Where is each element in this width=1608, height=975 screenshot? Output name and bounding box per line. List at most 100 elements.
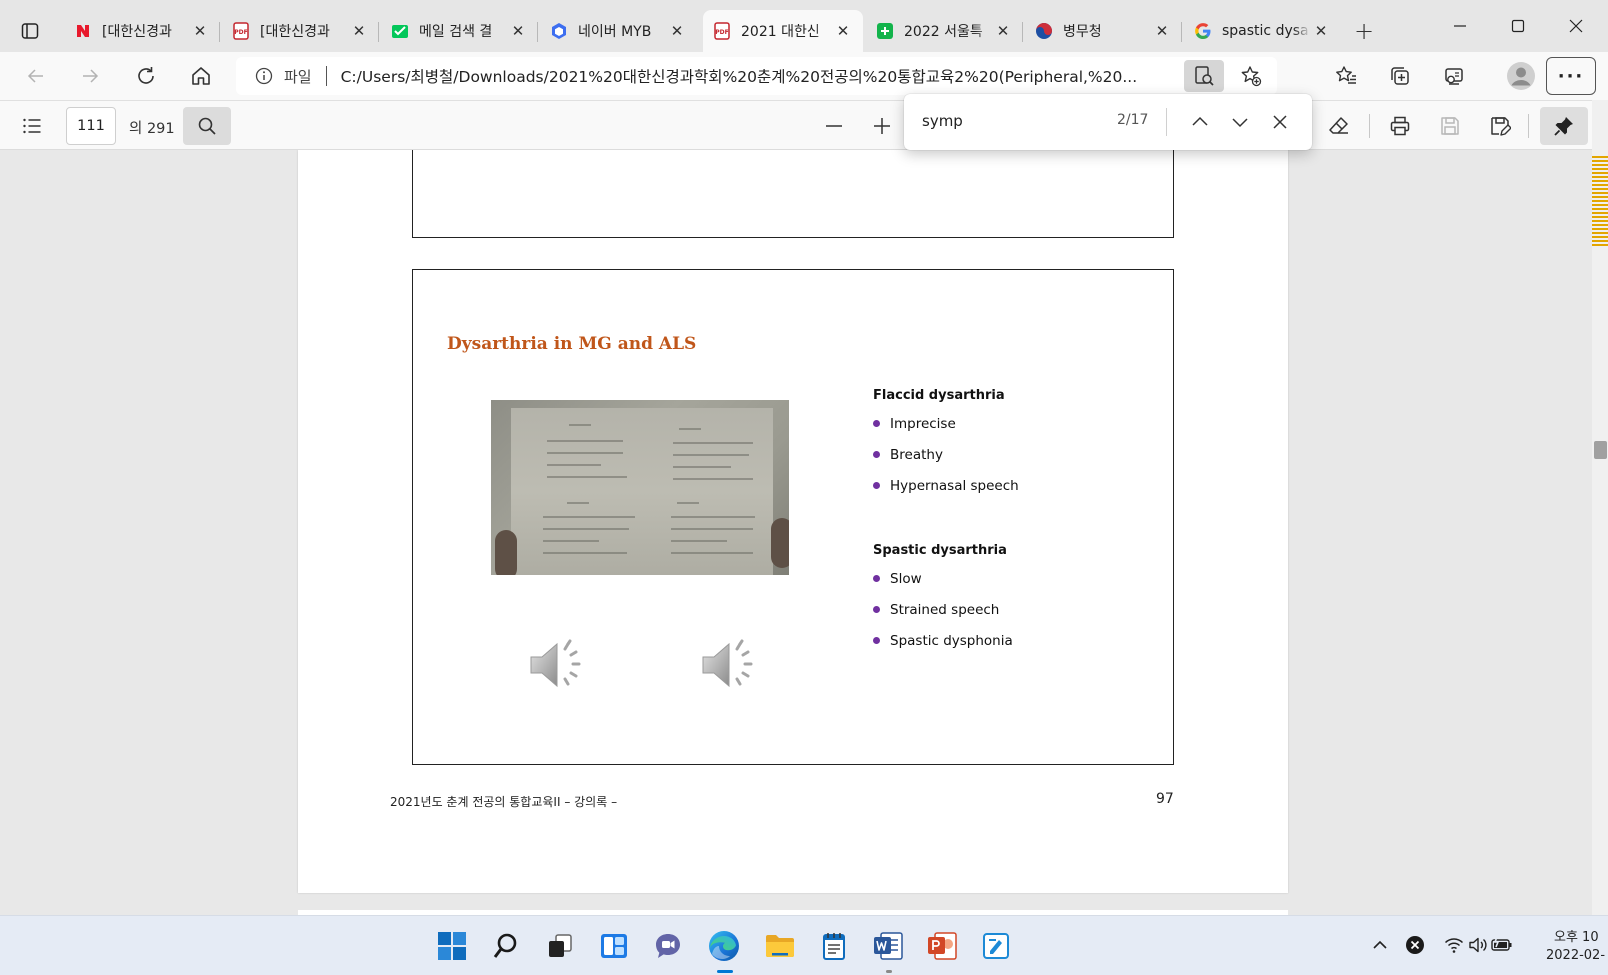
- bullet-dot: [873, 482, 880, 489]
- pdf-search-button[interactable]: [183, 107, 231, 145]
- google-g-icon: [1194, 22, 1212, 40]
- wifi-status[interactable]: [1442, 933, 1466, 957]
- new-tab-button[interactable]: +: [1350, 18, 1378, 46]
- vertical-scrollbar[interactable]: [1592, 100, 1608, 915]
- collections-button[interactable]: [1384, 60, 1416, 92]
- tab-7[interactable]: 병무청 ✕: [1025, 10, 1182, 52]
- battery-charging-icon: [1491, 936, 1512, 951]
- url-text[interactable]: C:/Users/최병철/Downloads/2021%20대한신경과학회%20…: [341, 65, 1201, 87]
- close-icon[interactable]: ✕: [508, 21, 528, 41]
- arrow-left-icon: [27, 69, 43, 83]
- tray-app-icon[interactable]: [1403, 933, 1427, 957]
- clock-time[interactable]: 오후 10: [1554, 926, 1599, 945]
- address-bar[interactable]: 파일 C:/Users/최병철/Downloads/2021%20대한신경과학회…: [236, 57, 1277, 95]
- find-previous-button[interactable]: [1186, 108, 1214, 136]
- search-icon: [198, 117, 216, 135]
- zoom-out-button[interactable]: [818, 110, 850, 142]
- save-button[interactable]: [1434, 110, 1466, 142]
- close-icon[interactable]: ✕: [833, 21, 853, 41]
- teams-chat-button[interactable]: [648, 926, 688, 966]
- powerpoint-button[interactable]: [922, 926, 962, 966]
- arrow-right-icon: [83, 69, 99, 83]
- favorites-button[interactable]: [1330, 60, 1362, 92]
- section-title: Flaccid dysarthria: [873, 388, 1005, 403]
- read-aloud-icon: [1195, 66, 1214, 86]
- close-icon[interactable]: ✕: [190, 21, 210, 41]
- profile-avatar[interactable]: [1505, 60, 1537, 92]
- battery-status[interactable]: [1490, 933, 1514, 957]
- zoom-in-button[interactable]: [866, 110, 898, 142]
- find-input[interactable]: symp: [922, 112, 963, 130]
- tab-label: 2022 서울특: [904, 24, 983, 40]
- taskbar-search-button[interactable]: [486, 926, 526, 966]
- add-favorite-button[interactable]: [1235, 60, 1267, 92]
- find-next-button[interactable]: [1226, 108, 1254, 136]
- speaker-icon[interactable]: [527, 633, 591, 697]
- myb-cube-icon: [550, 22, 568, 40]
- tab-label: 병무청: [1063, 24, 1102, 40]
- tab-1[interactable]: [대한신경과 ✕: [64, 10, 220, 52]
- home-button[interactable]: [185, 60, 217, 92]
- favorites-star-icon: [1336, 66, 1356, 84]
- performance-button[interactable]: [1438, 60, 1470, 92]
- task-view-button[interactable]: [540, 926, 580, 966]
- save-as-button[interactable]: [1484, 110, 1516, 142]
- scrollbar-thumb[interactable]: [1594, 441, 1607, 459]
- tab-3[interactable]: 메일 검색 결 ✕: [381, 10, 538, 52]
- close-icon[interactable]: ✕: [993, 21, 1013, 41]
- notepad-button[interactable]: [814, 926, 854, 966]
- video-thumbnail[interactable]: [491, 400, 789, 575]
- pdf-viewer[interactable]: Dysarthria in MG and ALS Flaccid dysarth…: [0, 150, 1592, 915]
- speaker-icon[interactable]: [699, 633, 763, 697]
- refresh-button[interactable]: [130, 60, 162, 92]
- clock-date[interactable]: 2022-02-: [1546, 948, 1605, 963]
- forward-button[interactable]: [74, 60, 106, 92]
- list-icon: [23, 118, 41, 134]
- pdf-page: Dysarthria in MG and ALS Flaccid dysarth…: [298, 150, 1288, 893]
- pin-toolbar-button[interactable]: [1540, 107, 1588, 145]
- maximize-button[interactable]: [1498, 12, 1538, 40]
- info-icon[interactable]: [254, 66, 274, 86]
- tab-label: 2021 대한신: [741, 24, 820, 40]
- hwp-editor-button[interactable]: [976, 926, 1016, 966]
- file-explorer-button[interactable]: [760, 926, 800, 966]
- search-icon: [493, 933, 517, 958]
- read-aloud-button[interactable]: [1184, 60, 1224, 92]
- print-button[interactable]: [1384, 110, 1416, 142]
- close-icon[interactable]: ✕: [1152, 21, 1172, 41]
- tab-8[interactable]: spastic dysa ✕: [1184, 10, 1341, 52]
- erase-button[interactable]: [1323, 110, 1355, 142]
- slide-frame: Dysarthria in MG and ALS Flaccid dysarth…: [412, 269, 1174, 765]
- chat-icon: [656, 934, 680, 958]
- bullet-dot: [873, 420, 880, 427]
- back-button[interactable]: [20, 60, 52, 92]
- tab-separator: [219, 22, 220, 42]
- table-of-contents-button[interactable]: [16, 110, 48, 142]
- tab-label: [대한신경과: [102, 24, 172, 40]
- eraser-icon: [1329, 117, 1348, 134]
- edge-taskbar-button[interactable]: [704, 926, 744, 966]
- close-icon[interactable]: ✕: [349, 21, 369, 41]
- star-add-icon: [1241, 66, 1262, 87]
- pdf-icon: PDF: [232, 22, 250, 40]
- tab-4[interactable]: 네이버 MYB ✕: [540, 10, 697, 52]
- start-button[interactable]: [432, 926, 472, 966]
- tab-5-active[interactable]: PDF 2021 대한신 ✕: [703, 10, 863, 52]
- close-icon[interactable]: ✕: [667, 21, 687, 41]
- list-item: Imprecise: [873, 408, 1019, 439]
- tab-actions-button[interactable]: [14, 16, 46, 46]
- tab-2[interactable]: PDF [대한신경과 ✕: [222, 10, 379, 52]
- page-number-input[interactable]: 111: [66, 107, 116, 145]
- minimize-button[interactable]: [1440, 12, 1480, 40]
- green-app-icon: [876, 22, 894, 40]
- close-icon[interactable]: ✕: [1311, 21, 1331, 41]
- show-hidden-icons-button[interactable]: [1368, 933, 1392, 957]
- tab-separator: [1022, 22, 1023, 42]
- find-close-button[interactable]: [1266, 108, 1294, 136]
- widgets-button[interactable]: [594, 926, 634, 966]
- tab-6[interactable]: 2022 서울특 ✕: [866, 10, 1023, 52]
- volume-status[interactable]: [1466, 933, 1490, 957]
- settings-menu-button[interactable]: ···: [1546, 57, 1596, 95]
- word-button[interactable]: [868, 926, 908, 966]
- close-window-button[interactable]: [1556, 12, 1596, 40]
